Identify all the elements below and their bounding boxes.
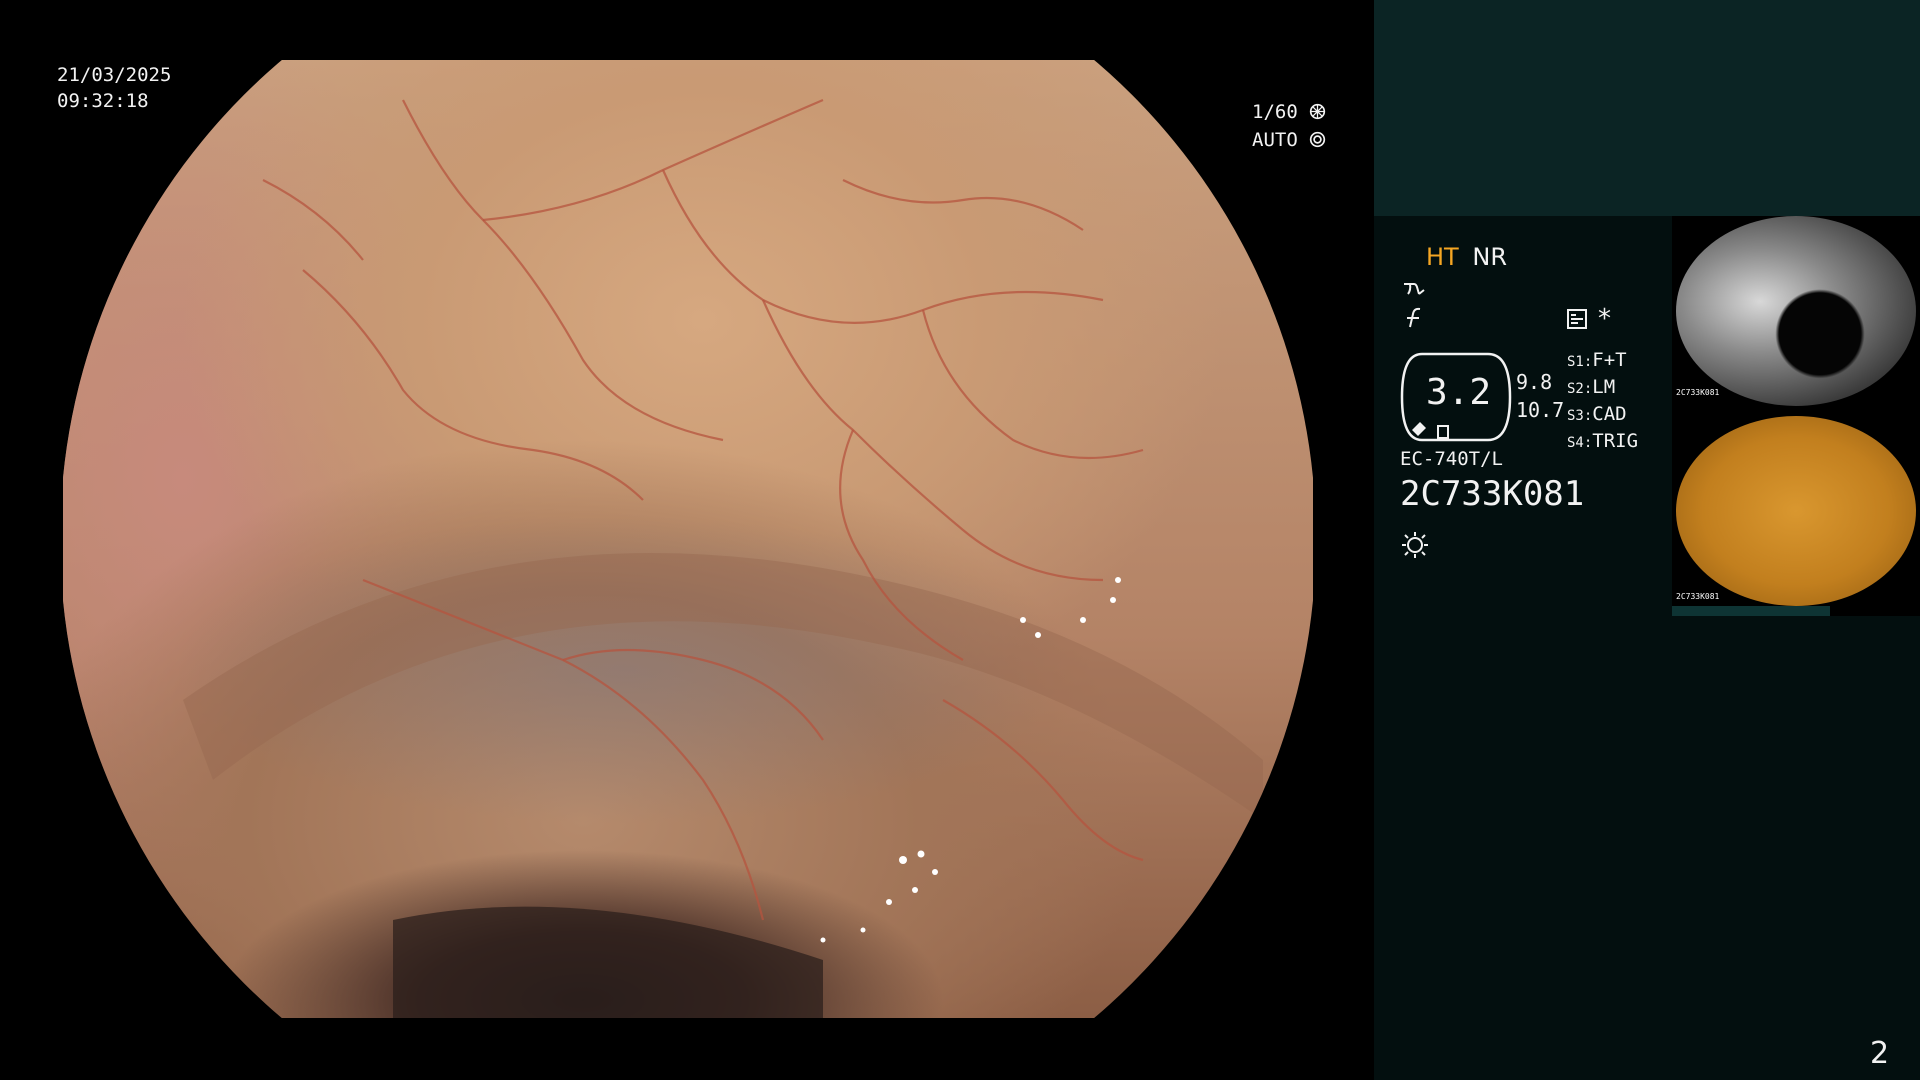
switch-row: S2:LM xyxy=(1567,375,1638,402)
switch-row: S1:F+T xyxy=(1567,348,1638,375)
right-info-panel: HT NR * 3.2 9.8 10.7 S1:F+T S2:LM S3:CAD… xyxy=(1374,0,1920,1080)
thumbnail-bar xyxy=(1672,606,1830,616)
exposure-mode: AUTO xyxy=(1252,129,1298,151)
switch-row: S3:CAD xyxy=(1567,402,1638,429)
switch-list: S1:F+T S2:LM S3:CAD S4:TRIG xyxy=(1567,348,1638,456)
zoom-right-bottom: 10.7 xyxy=(1516,398,1565,422)
thumbnail-1-image xyxy=(1676,216,1916,406)
switch-value: TRIG xyxy=(1592,430,1639,452)
settings-box-icon xyxy=(1567,309,1587,329)
wave-enhance-icon xyxy=(1404,283,1425,295)
zoom-right-top: 9.8 xyxy=(1516,370,1553,394)
shutter-value: 1/60 xyxy=(1252,101,1298,123)
page-number: 2 xyxy=(1870,1036,1890,1071)
mode-nr: NR xyxy=(1472,243,1507,271)
mode-ht: HT xyxy=(1426,243,1459,271)
scope-serial: 2C733K081 xyxy=(1400,474,1585,514)
vessel-pattern xyxy=(183,98,1263,1018)
shutter-readout: 1/60 xyxy=(1252,99,1326,125)
thumbnail-1[interactable]: 2C733K081 xyxy=(1672,216,1920,416)
thumbnail-2-image xyxy=(1676,416,1916,606)
scope-model: EC-740T/L xyxy=(1400,448,1503,470)
aperture-icon xyxy=(1310,103,1326,120)
thumbnail-2-serial: 2C733K081 xyxy=(1676,592,1720,601)
switch-row: S4:TRIG xyxy=(1567,429,1638,456)
endoscope-main-view xyxy=(63,60,1313,1018)
switch-value: CAD xyxy=(1592,403,1627,425)
switch-key: S1: xyxy=(1567,354,1593,370)
switch-value: LM xyxy=(1592,376,1616,398)
switch-value: F+T xyxy=(1592,349,1627,371)
panel-header-area xyxy=(1374,0,1920,216)
exposure-readout: AUTO xyxy=(1252,127,1326,153)
f-curve-icon xyxy=(1407,307,1421,328)
thumbnail-1-serial: 2C733K081 xyxy=(1676,388,1720,397)
date-label: 21/03/2025 xyxy=(57,64,172,86)
mode-indicators: HT NR xyxy=(1426,243,1507,271)
switch-key: S4: xyxy=(1567,435,1593,451)
light-bulb-icon xyxy=(1402,532,1428,558)
switch-key: S3: xyxy=(1567,408,1593,424)
switch-key: S2: xyxy=(1567,381,1593,397)
zoom-value: 3.2 xyxy=(1426,372,1492,413)
thumbnail-2[interactable]: 2C733K081 xyxy=(1672,416,1920,616)
time-label: 09:32:18 xyxy=(57,90,149,112)
asterisk-icon: * xyxy=(1598,304,1611,334)
target-icon xyxy=(1310,131,1326,148)
